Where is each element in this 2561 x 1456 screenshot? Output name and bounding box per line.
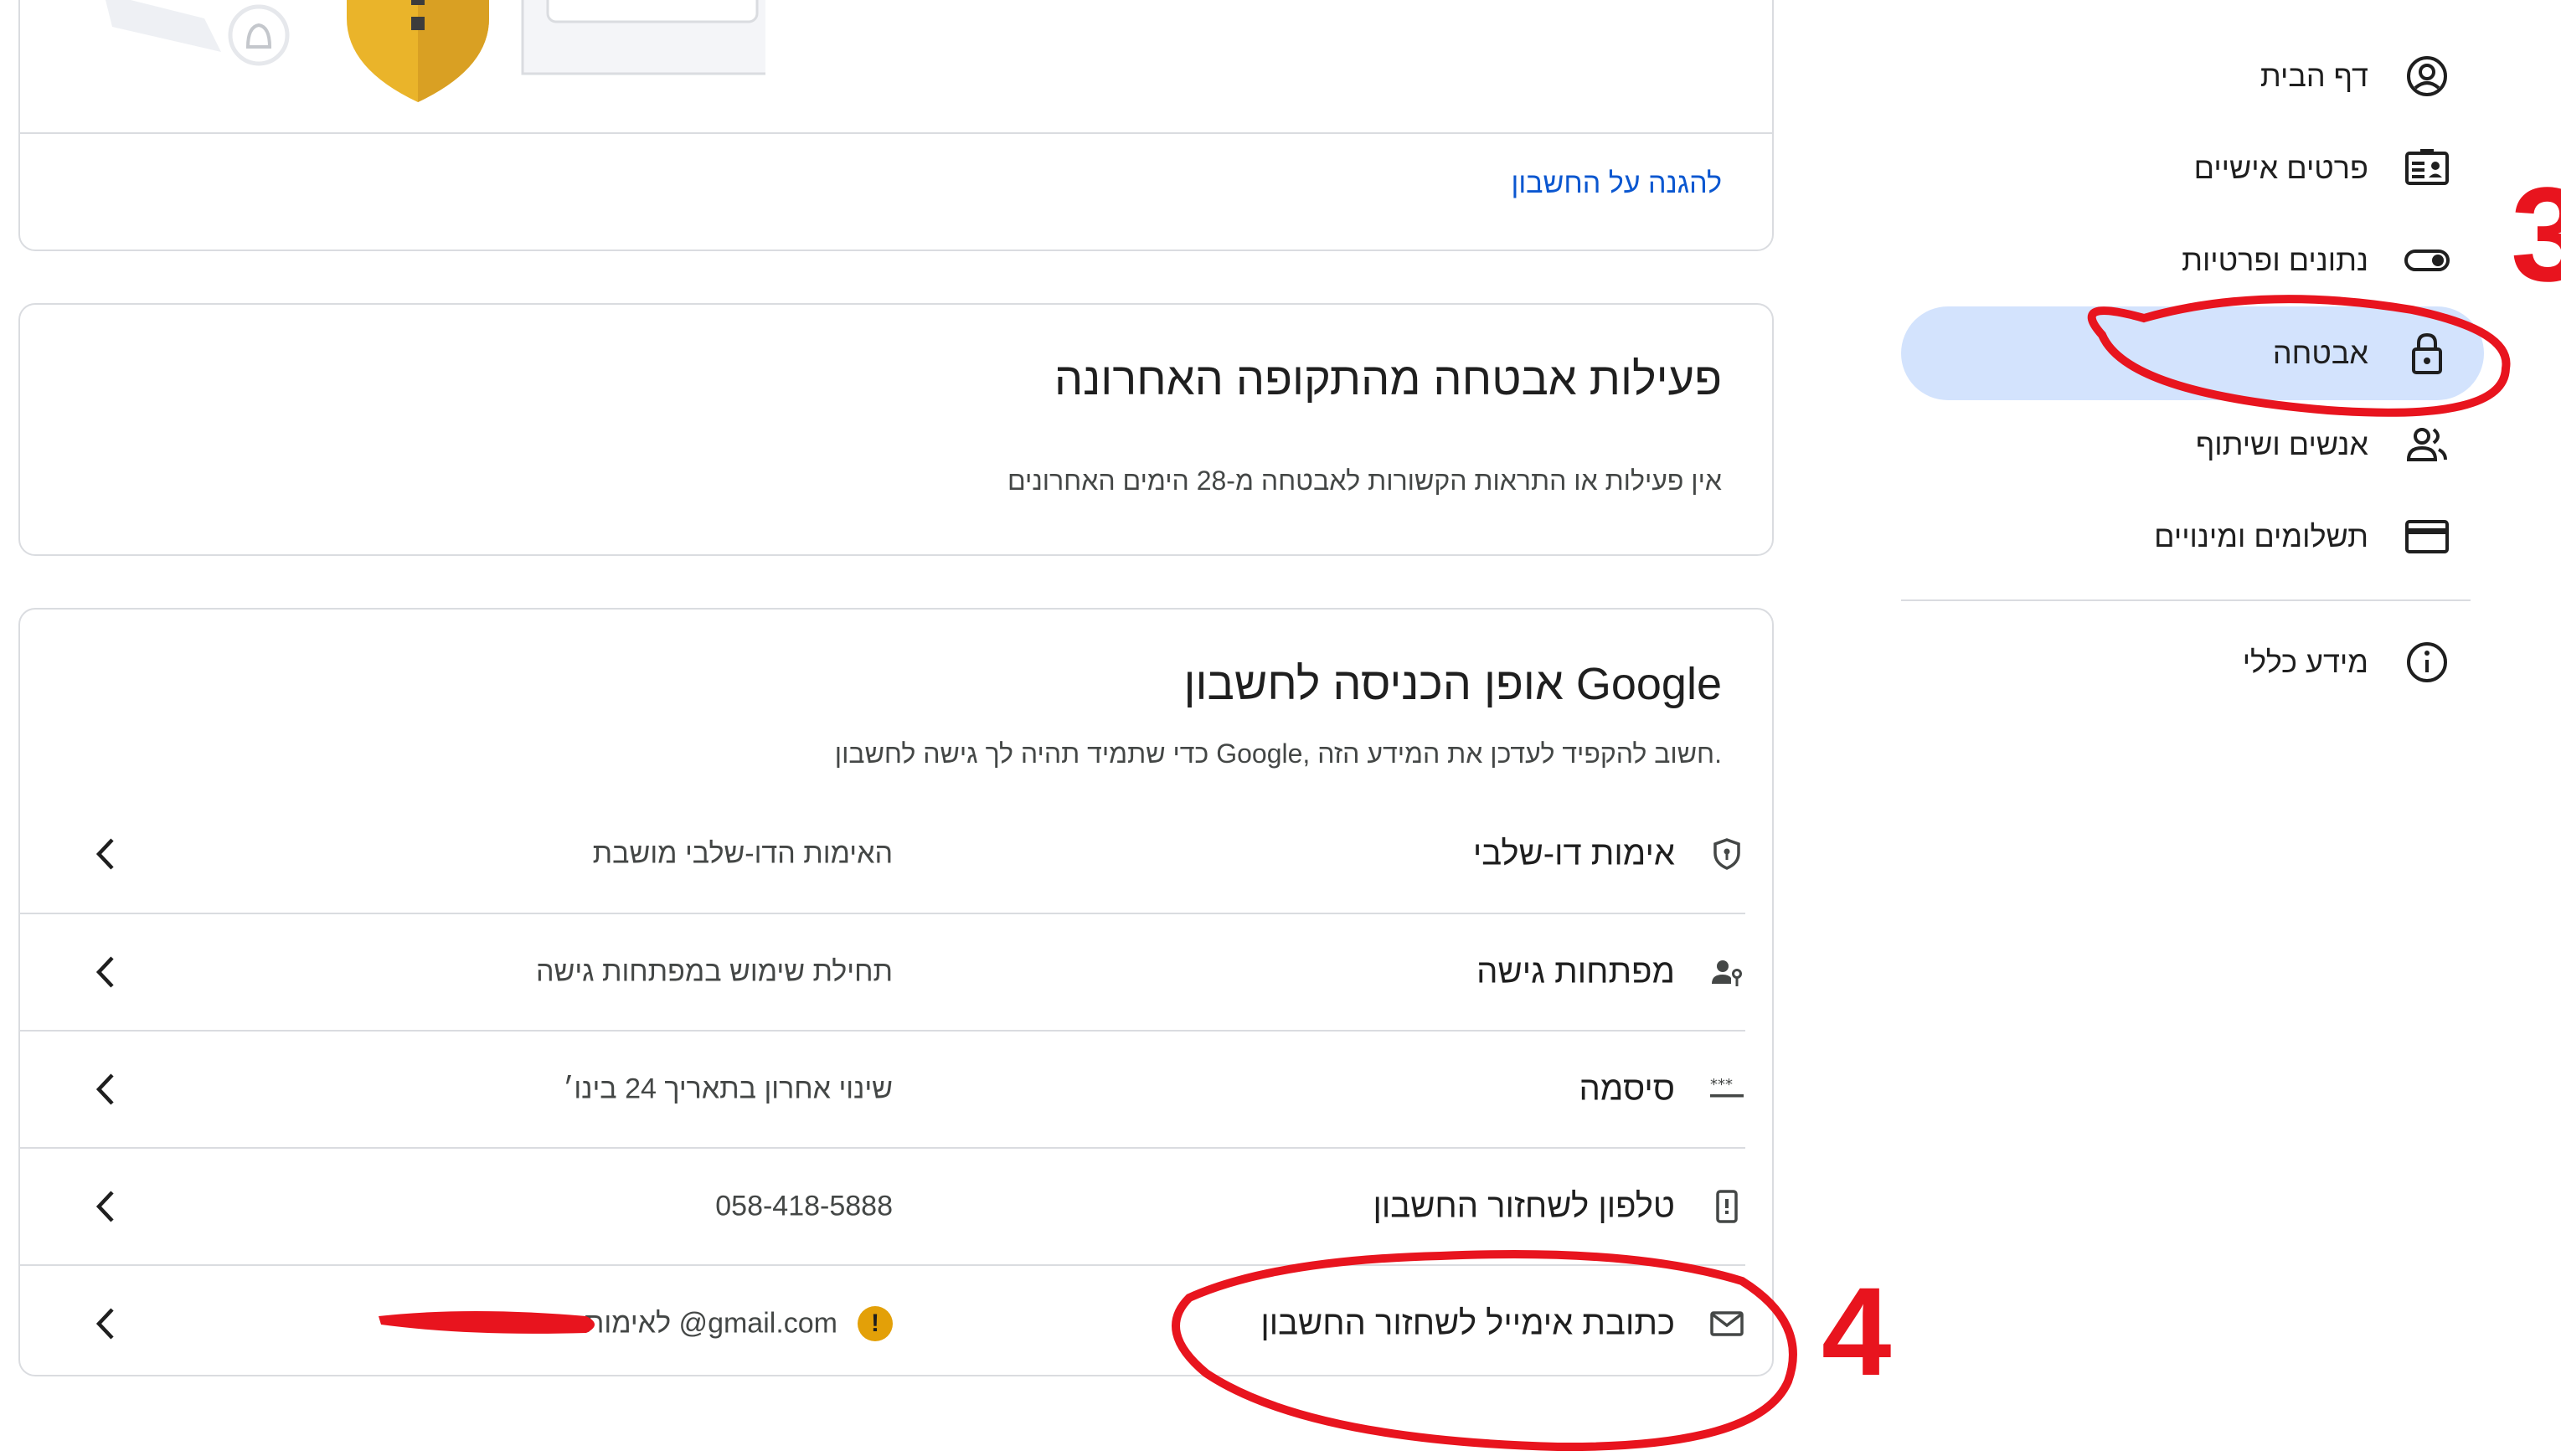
protect-account-link[interactable]: להגנה על החשבון [1512,167,1722,200]
account-circle-icon [2407,56,2447,96]
sidebar-item-label: פרטים אישיים [2193,151,2368,185]
sidebar-item-label: תשלומים ומינויים [2154,519,2368,553]
chevron-left-icon [95,1191,114,1222]
signin-row-recovery-email[interactable]: כתובת אימייל לשחזור החשבון ! לאימות @gma… [20,1265,1745,1382]
row-value: האימות הדו-שלבי מושבת [592,837,893,870]
warning-icon: ! [858,1306,893,1341]
mail-icon [1710,1311,1744,1336]
annotation-number-4: 4 [1822,1261,1891,1402]
sidebar-item-personal-info[interactable]: פרטים אישיים [1975,122,2452,214]
svg-text:***: *** [1710,1076,1733,1093]
credit-card-icon [2405,520,2449,553]
id-card-icon [2405,149,2449,185]
sidebar-item-about[interactable]: מידע כללי [1975,616,2452,708]
account-protection-card: להגנה על החשבון [18,0,1774,251]
row-label: מפתחות גישה [1476,953,1675,990]
chevron-left-icon [95,1073,114,1105]
recent-activity-title: פעילות אבטחה מהתקופה האחרונה [1054,354,1722,404]
recent-security-activity-card: פעילות אבטחה מהתקופה האחרונה אין פעילות … [18,303,1774,556]
sidebar-item-security[interactable]: אבטחה [1975,307,2452,399]
lock-icon [2412,332,2442,374]
row-label: אימות דו-שלבי [1472,835,1675,872]
sidebar-item-label: אבטחה [2272,336,2368,370]
card-divider [20,132,1772,134]
chevron-left-icon [95,956,114,988]
signin-row-2sv[interactable]: אימות דו-שלבי האימות הדו-שלבי מושבת [20,795,1745,913]
sidebar-item-label: מידע כללי [2242,645,2368,679]
signin-row-password[interactable]: *** סיסמה שינוי אחרון בתאריך 24 בינו׳ [20,1031,1745,1148]
chevron-left-icon [95,838,114,870]
row-label: סיסמה [1579,1070,1676,1108]
sidebar-item-people-sharing[interactable]: אנשים ושיתוף [1975,399,2452,491]
row-value: לאימות @gmail.com [584,1307,837,1340]
chevron-left-icon [95,1308,114,1340]
row-value: שינוי אחרון בתאריך 24 בינו׳ [563,1073,893,1105]
sidebar-divider [1901,599,2471,601]
passkey-person-icon [1712,960,1742,986]
row-value: תחילת שימוש במפתחות גישה [535,955,893,988]
row-value: 058-418-5888 [715,1190,893,1222]
shield-icon [1713,838,1740,870]
row-label: כתובת אימייל לשחזור החשבון [1260,1304,1675,1342]
security-illustration [106,0,765,102]
annotation-number-3: 3 [2511,159,2561,309]
phone-icon [1716,1190,1738,1223]
signin-title: אופן הכניסה לחשבון Google [1183,659,1722,709]
signin-row-passkeys[interactable]: מפתחות גישה תחילת שימוש במפתחות גישה [20,913,1745,1031]
password-dots-icon: *** [1710,1076,1744,1098]
toggle-icon [2404,250,2450,271]
sidebar-item-home[interactable]: דף הבית [1975,30,2452,122]
sidebar-item-label: נתונים ופרטיות [2182,243,2368,277]
sidebar-item-payments[interactable]: תשלומים ומינויים [1975,491,2452,583]
sidebar-item-data-privacy[interactable]: נתונים ופרטיות [1975,214,2452,306]
info-icon [2407,642,2447,682]
signin-row-recovery-phone[interactable]: טלפון לשחזור החשבון 058-418-5888 [20,1148,1745,1265]
recent-activity-description: אין פעילות או התראות הקשורות לאבטחה מ-28… [1007,466,1722,496]
sidebar-item-label: דף הבית [2260,59,2368,93]
people-icon [2406,428,2447,461]
sidebar-item-label: אנשים ושיתוף [2195,427,2368,461]
row-label: טלפון לשחזור החשבון [1373,1187,1675,1225]
signin-methods-card: אופן הכניסה לחשבון Google כדי שתמיד תהיה… [18,608,1774,1376]
signin-description: כדי שתמיד תהיה לך גישה לחשבון Google, חש… [834,738,1722,769]
